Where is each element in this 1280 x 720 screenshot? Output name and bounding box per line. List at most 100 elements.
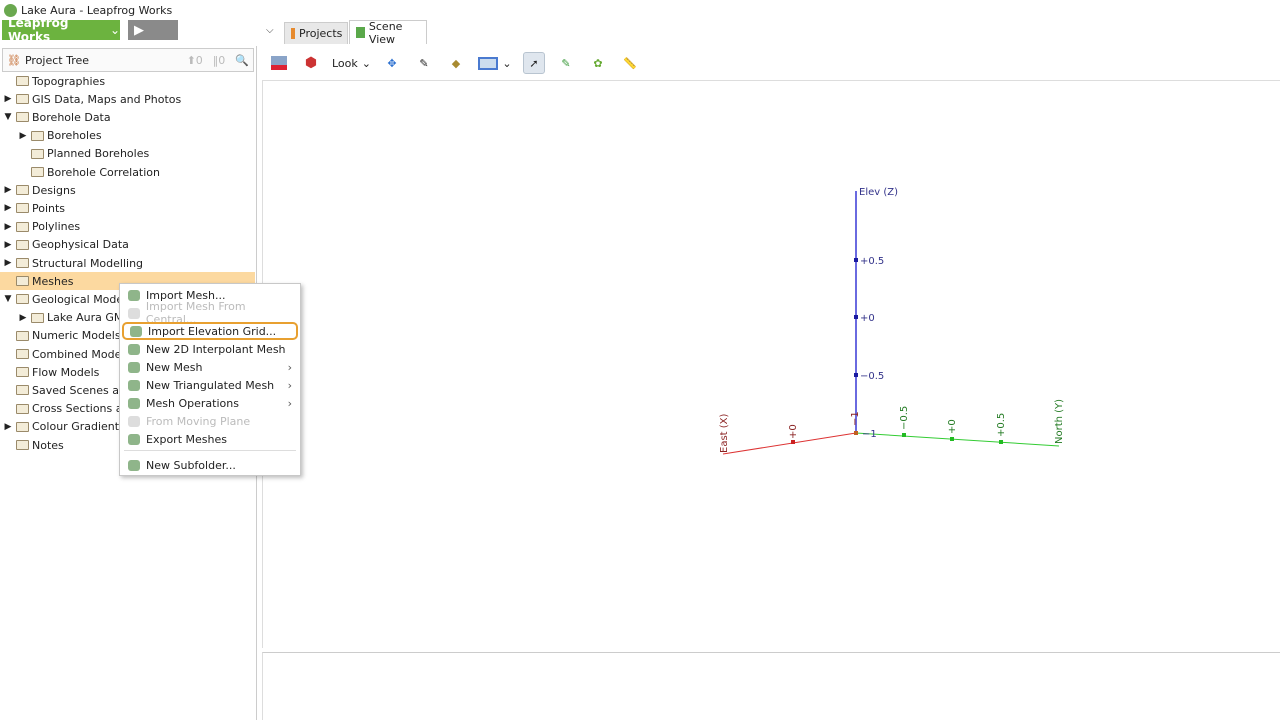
menu-item[interactable]: New Triangulated Mesh ›	[122, 376, 298, 394]
tree-item[interactable]: ▶ Designs	[0, 181, 255, 199]
expand-arrow-icon[interactable]: ▶	[3, 94, 13, 104]
expand-arrow-icon[interactable]: ▼	[3, 294, 13, 304]
menu-item[interactable]: New Mesh ›	[122, 358, 298, 376]
app-menu-button[interactable]: Leapfrog Works ⌄	[2, 16, 120, 44]
tree-item-label: Meshes	[32, 274, 74, 288]
menu-item[interactable]: New Subfolder...	[122, 456, 298, 474]
tree-item[interactable]: ▼ Borehole Data	[0, 108, 255, 126]
select-cursor-button[interactable]: ➚	[522, 52, 545, 74]
y-tick-label: −0.5	[899, 406, 910, 430]
tree-item[interactable]: ▶ Points	[0, 199, 255, 217]
slice-icon[interactable]: ✥	[381, 52, 403, 74]
bars-icon[interactable]: ‖0	[213, 54, 226, 67]
folder-icon	[16, 94, 29, 105]
up-arrow-icon[interactable]: ⬆0	[187, 54, 203, 67]
expand-arrow-icon[interactable]: ▼	[3, 112, 13, 122]
view-box-icon[interactable]: ⌄	[477, 52, 513, 74]
folder-icon	[16, 112, 29, 123]
folder-icon	[16, 403, 29, 414]
chevron-right-icon: ›	[287, 360, 292, 374]
tree-item[interactable]: ▶ Boreholes	[0, 127, 255, 145]
chevron-down-icon: ⌄	[109, 23, 120, 37]
draw-icon[interactable]: ✎	[555, 52, 577, 74]
menu-item[interactable]: Mesh Operations ›	[122, 394, 298, 412]
share-button[interactable]: ⬢	[300, 52, 322, 74]
z-axis-label: Elev (Z)	[859, 187, 898, 198]
tree-item[interactable]: Borehole Correlation	[0, 163, 255, 181]
title-bar: Lake Aura - Leapfrog Works	[0, 0, 1280, 20]
menu-item-label: Import Elevation Grid...	[148, 324, 277, 338]
tree-item-label: Topographies	[32, 74, 106, 88]
y-tick-label: +0	[947, 419, 958, 434]
tree-item-label: Structural Modelling	[32, 256, 144, 270]
tree-item-label: Flow Models	[32, 365, 100, 379]
cube-icon	[356, 27, 365, 38]
z-tick-label: +0.5	[860, 256, 884, 267]
bottom-panel	[262, 652, 1280, 720]
look-dropdown[interactable]: Look ⌄	[332, 57, 371, 70]
menu-item-label: New Subfolder...	[146, 458, 236, 472]
folder-icon	[31, 130, 44, 141]
folder-icon	[31, 148, 44, 159]
folder-icon	[16, 294, 29, 305]
expand-arrow-icon[interactable]: ▶	[3, 203, 13, 213]
expand-arrow-icon[interactable]: ▶	[3, 258, 13, 268]
scene-view[interactable]: Elev (Z) +0.5 +0 −0.5 −1 +0 −1 East (X) −0.5 +0 +0…	[262, 80, 1280, 648]
move-plane-icon[interactable]: ◆	[445, 52, 467, 74]
panel-title: Project Tree	[24, 53, 90, 67]
tree-item[interactable]: ▶ Geophysical Data	[0, 236, 255, 254]
expand-arrow-icon[interactable]: ▶	[18, 131, 28, 141]
tree-item[interactable]: Topographies	[0, 72, 255, 90]
expand-arrow-icon[interactable]: ▶	[3, 222, 13, 232]
mesh-icon	[128, 459, 140, 471]
pencil-icon[interactable]: ✎	[413, 52, 435, 74]
tree-item-label: Borehole Data	[32, 110, 111, 124]
menu-item: Import Mesh From Central...	[122, 300, 298, 326]
menu-item: From Moving Plane	[122, 412, 298, 430]
tree-item-label: Geological Models	[32, 292, 132, 306]
expand-arrow-icon[interactable]: ▶	[3, 240, 13, 250]
folder-icon	[16, 239, 29, 250]
y-tick	[902, 433, 906, 437]
tree-item-label: Points	[32, 201, 66, 215]
gem-icon[interactable]: ✿	[587, 52, 609, 74]
tree-item[interactable]: ▶ Polylines	[0, 218, 255, 236]
folder-icon	[31, 167, 44, 177]
save-scene-button[interactable]	[268, 52, 290, 74]
expand-arrow-icon[interactable]: ▶	[18, 313, 28, 323]
tree-item[interactable]: Planned Boreholes	[0, 145, 255, 163]
folder-icon	[16, 330, 29, 341]
menu-item[interactable]: Import Elevation Grid...	[122, 322, 298, 340]
expand-arrow-icon[interactable]: ▶	[3, 422, 13, 432]
scene-toolbar: ⬢ Look ⌄ ✥ ✎ ◆ ⌄ ➚ ✎ ✿ 📏	[262, 48, 1280, 78]
menu-item-label: New Triangulated Mesh	[146, 378, 275, 392]
tree-item-label: Designs	[32, 183, 76, 197]
tab-scene-view[interactable]: Scene View	[349, 20, 427, 46]
expand-arrow-icon[interactable]: ▶	[3, 185, 13, 195]
menu-item-label: New 2D Interpolant Mesh	[146, 342, 286, 356]
tree-item[interactable]: ▶ Structural Modelling	[0, 254, 255, 272]
mesh-icon	[128, 361, 140, 373]
app-menu-label: Leapfrog Works	[8, 16, 69, 44]
mesh-icon	[128, 343, 140, 355]
menu-separator	[124, 450, 296, 451]
tree-item-label: Boreholes	[47, 129, 102, 143]
menu-item-label: New Mesh	[146, 360, 203, 374]
ruler-icon[interactable]: 📏	[619, 52, 641, 74]
tab-projects[interactable]: Projects	[284, 22, 348, 44]
tree-item-label: Planned Boreholes	[47, 147, 150, 161]
tree-item[interactable]: ▶ GIS Data, Maps and Photos	[0, 90, 255, 108]
folder-icon	[16, 203, 29, 214]
tabs-dropdown-icon[interactable]: ⌵	[266, 25, 274, 36]
menu-item[interactable]: New 2D Interpolant Mesh	[122, 340, 298, 358]
tab-label: Projects	[299, 27, 343, 40]
folder-icon	[16, 421, 29, 432]
play-button[interactable]: ▶	[128, 20, 178, 40]
search-icon[interactable]: 🔍	[235, 54, 249, 67]
mesh-icon	[128, 433, 140, 445]
y-axis-label: North (Y)	[1054, 399, 1065, 444]
menu-item[interactable]: Export Meshes	[122, 430, 298, 448]
chevron-right-icon: ›	[287, 378, 292, 392]
window-title: Lake Aura - Leapfrog Works	[21, 3, 173, 17]
y-tick	[999, 440, 1003, 444]
